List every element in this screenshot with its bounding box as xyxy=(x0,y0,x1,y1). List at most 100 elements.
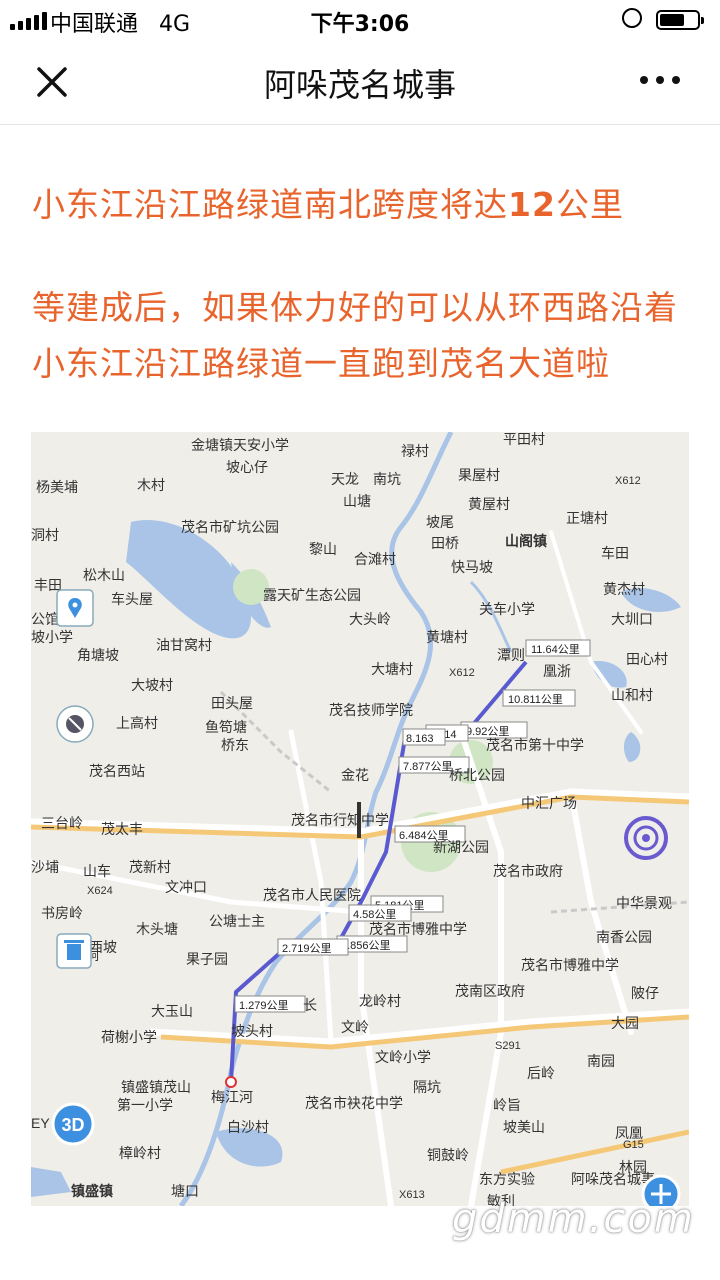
route-map: 11.64公里 10.811公里 9.92公里 9.314 8.163 7.87… xyxy=(31,432,689,1206)
place-label: 车田 xyxy=(601,545,629,561)
place-label: 凰浙 xyxy=(543,663,571,679)
place-label: 茂名市政府 xyxy=(493,863,563,879)
3d-label: 3D xyxy=(61,1115,84,1135)
location-button[interactable] xyxy=(56,589,94,627)
place-label: 木村 xyxy=(137,477,165,493)
place-label: 书房岭 xyxy=(41,905,83,921)
place-label: 茂太丰 xyxy=(101,821,143,837)
place-label: S291 xyxy=(495,1040,521,1052)
place-label: 茂名西站 xyxy=(89,763,145,779)
svg-text:2.719公里: 2.719公里 xyxy=(282,942,332,955)
place-label: 隔坑 xyxy=(413,1079,441,1095)
place-label: 山车 xyxy=(83,863,111,879)
place-label: 油甘窝村 xyxy=(156,637,212,653)
place-label: 公馆 xyxy=(31,611,59,627)
place-label: 第一小学 xyxy=(117,1097,173,1113)
distance-label: 9.92公里 xyxy=(460,721,528,739)
place-label: 南园 xyxy=(587,1053,615,1069)
place-label: 山阁镇 xyxy=(505,533,547,549)
place-label: 山和村 xyxy=(611,687,653,703)
place-label: G15 xyxy=(623,1139,644,1151)
place-label: 田桥 xyxy=(431,535,459,551)
place-label: 新湖公园 xyxy=(433,839,489,855)
place-label: 木头塘 xyxy=(136,921,178,937)
place-label: 南坑 xyxy=(373,471,401,487)
place-label: 坡头村 xyxy=(231,1023,273,1039)
place-label: 潭则 xyxy=(497,647,525,663)
place-label: 长 xyxy=(303,997,317,1013)
route-start-marker xyxy=(225,1076,237,1088)
map-watermark: 阿哚茂名城事 xyxy=(571,1171,655,1187)
place-label: 梅江河 xyxy=(211,1089,253,1105)
site-watermark: gdmm.com xyxy=(452,1196,695,1242)
place-label: X613 xyxy=(399,1189,425,1201)
place-label: 关车小学 xyxy=(479,601,535,617)
distance-label: 1.279公里 xyxy=(234,995,306,1013)
place-label: 大坡村 xyxy=(131,677,173,693)
place-label: 镇盛镇 xyxy=(71,1183,113,1199)
place-label: 鱼笱塘 xyxy=(205,719,247,735)
place-label: 黄屋村 xyxy=(468,496,510,512)
place-label: 松木山 xyxy=(83,567,125,583)
rotation-lock-icon xyxy=(622,8,642,28)
3d-toggle-button[interactable]: 3D xyxy=(51,1102,95,1146)
article-headline: 小东江沿江路绿道南北跨度将达12公里 xyxy=(32,185,624,224)
svg-text:8.163: 8.163 xyxy=(406,733,434,745)
place-label: 桥东 xyxy=(221,737,249,753)
place-label: 三台岭 xyxy=(41,815,83,831)
place-label: 坡小学 xyxy=(31,629,73,645)
place-label: 大玉山 xyxy=(151,1003,193,1019)
place-label: 坡心仔 xyxy=(226,459,268,475)
place-label: 沙埔 xyxy=(31,859,59,875)
place-label: 茂名市行知中学 xyxy=(291,812,389,828)
place-label: 黄塘村 xyxy=(426,629,468,645)
place-label: 荷榭小学 xyxy=(101,1029,157,1045)
place-label: 公塘士主 xyxy=(209,913,265,929)
place-label: 樟岭村 xyxy=(119,1145,161,1161)
place-label: 中汇广场 xyxy=(521,795,577,811)
place-label: 大头岭 xyxy=(349,611,391,627)
place-label: 桥北公园 xyxy=(449,767,505,783)
satellite-button[interactable] xyxy=(56,705,94,743)
place-label: 田头屋 xyxy=(211,695,253,711)
svg-text:11.64公里: 11.64公里 xyxy=(531,643,580,656)
svg-text:1.279公里: 1.279公里 xyxy=(239,999,289,1012)
place-label: 果子园 xyxy=(186,951,228,967)
place-label: 文冲口 xyxy=(165,879,207,895)
article-paragraph: 等建成后，如果体力好的可以从环西路沿着小东江沿江路绿道一直跑到茂名大道啦 xyxy=(32,288,678,383)
place-label: 文岭小学 xyxy=(375,1049,431,1065)
place-label: 陂仔 xyxy=(631,985,659,1001)
place-label: 大塘村 xyxy=(371,661,413,677)
place-label: 铜鼓岭 xyxy=(427,1147,469,1163)
svg-text:10.811公里: 10.811公里 xyxy=(508,693,563,706)
place-label: 茂名市矿坑公园 xyxy=(181,519,279,535)
place-label: 角塘坡 xyxy=(77,647,119,663)
place-label: 洞村 xyxy=(31,527,59,543)
place-label: 山塘 xyxy=(343,493,371,509)
place-label: 上高村 xyxy=(116,715,158,731)
more-options-icon[interactable] xyxy=(640,76,680,84)
place-label: 黎山 xyxy=(309,541,337,557)
place-label: 金花 xyxy=(341,767,369,783)
svg-text:4.58公里: 4.58公里 xyxy=(353,908,396,921)
place-label: 果屋村 xyxy=(458,467,500,483)
place-label: 岭旨 xyxy=(493,1097,521,1113)
place-label: 茂南区政府 xyxy=(455,983,525,999)
delete-button[interactable] xyxy=(56,933,92,969)
distance-label: 4.58公里 xyxy=(348,904,412,922)
place-label: 大圳口 xyxy=(611,611,653,627)
place-label: X612 xyxy=(449,667,475,679)
place-label: 坡美山 xyxy=(503,1119,545,1135)
place-label: 正塘村 xyxy=(566,510,608,526)
place-label: 车头屋 xyxy=(111,591,153,607)
place-label: 禄村 xyxy=(401,443,429,459)
trash-icon xyxy=(67,944,81,960)
place-label: 茂名市博雅中学 xyxy=(369,921,467,937)
target-icon xyxy=(642,834,650,842)
place-label: 白沙村 xyxy=(227,1119,269,1135)
place-label: 后岭 xyxy=(527,1065,555,1081)
place-label: X612 xyxy=(615,475,641,487)
place-label: 镇盛镇茂山 xyxy=(121,1079,191,1095)
distance-label: 11.64公里 xyxy=(525,639,591,657)
place-label: 龙岭村 xyxy=(359,993,401,1009)
